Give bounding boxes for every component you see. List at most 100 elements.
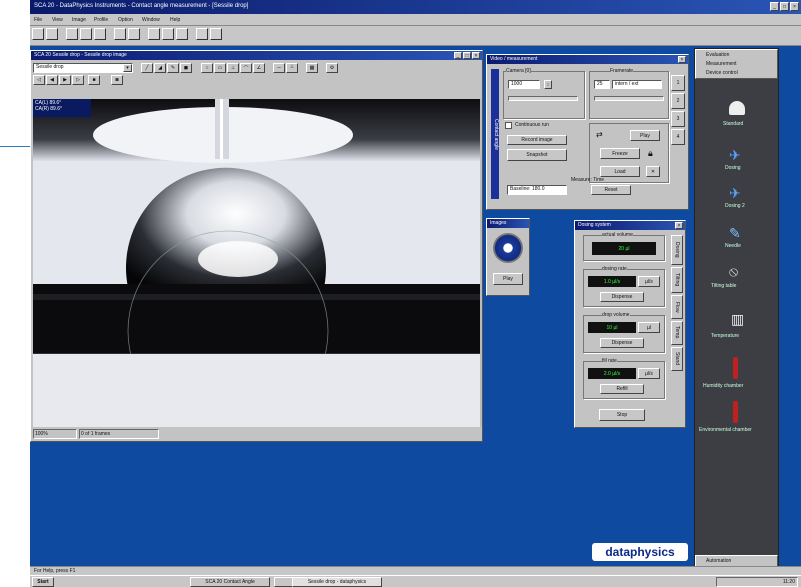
image-window-close[interactable]: × — [472, 52, 480, 59]
circle-tool-icon[interactable]: ○ — [201, 63, 213, 73]
help-icon[interactable] — [176, 28, 188, 40]
menu-view[interactable]: View — [52, 17, 63, 23]
menu-help[interactable]: Help — [170, 17, 180, 23]
continuous-row[interactable]: Continuous run — [505, 121, 585, 131]
open-icon[interactable] — [32, 28, 44, 40]
stop-button[interactable]: Stop — [599, 409, 645, 421]
measurement-tab[interactable]: Measurement — [706, 61, 737, 67]
device-item-humidity[interactable]: Humidity chamber — [695, 357, 778, 391]
rate-dispense-button[interactable]: Dispense — [600, 292, 644, 302]
zoom-field[interactable]: intern / ext — [612, 80, 662, 89]
freeze-button[interactable]: Freeze — [600, 148, 640, 159]
menu-profile[interactable]: Profile — [94, 17, 108, 23]
drop-unit-button[interactable]: µl — [638, 322, 660, 333]
device-item-dosing-2[interactable]: ✈ Dosing 2 — [695, 183, 778, 213]
clock: 11:20 — [782, 579, 795, 585]
task-item-1[interactable]: SCA 20 Contact Angle — [190, 577, 270, 587]
cut-icon[interactable] — [66, 28, 78, 40]
paste-icon[interactable] — [94, 28, 106, 40]
snapshot-button[interactable]: Snapshot — [507, 149, 567, 161]
mode-select[interactable]: Sessile drop — [33, 63, 133, 73]
task-item-3[interactable]: Sessile drop - dataphysics — [292, 577, 382, 587]
draw-pen-icon[interactable]: ✎ — [167, 63, 179, 73]
stand-tab[interactable]: Stand — [671, 347, 683, 371]
device-item-temperature[interactable]: ▥ Temperature — [695, 311, 778, 345]
nav-next-icon[interactable]: ▶ — [59, 75, 71, 85]
image-vscroll[interactable] — [480, 99, 482, 427]
app-minimize-button[interactable]: _ — [770, 2, 779, 11]
tilting-tab[interactable]: Tilting — [671, 267, 683, 293]
app-close-button[interactable]: × — [790, 2, 799, 11]
flow-tab[interactable]: Flow — [671, 295, 683, 319]
device-item-needle[interactable]: ✎ Needle — [695, 225, 778, 255]
undo-icon[interactable] — [196, 28, 208, 40]
temp-tab[interactable]: Temp. — [671, 321, 683, 345]
line-v-icon[interactable]: ┴ — [286, 63, 298, 73]
play-button[interactable]: Play — [630, 130, 660, 141]
syringe-icon: ✈ — [729, 147, 741, 163]
images-play-button[interactable]: Play — [493, 273, 523, 285]
load-button[interactable]: Load — [600, 166, 640, 177]
arrow-icon[interactable] — [162, 28, 174, 40]
draw-line-icon[interactable]: ╱ — [141, 63, 153, 73]
camera-spin[interactable]: ↕ — [544, 80, 552, 89]
dosing-close[interactable]: × — [675, 222, 683, 229]
side-tab-4[interactable]: 4 — [671, 129, 685, 145]
device-label-tilting: Tilting table — [711, 283, 737, 289]
dosing-tab[interactable]: Dosing — [671, 235, 683, 265]
menu-file[interactable]: File — [34, 17, 42, 23]
device-control-tab[interactable]: Device control — [706, 70, 738, 76]
menu-option[interactable]: Option — [118, 17, 133, 23]
device-item-standard[interactable]: Standard — [695, 99, 778, 133]
side-tab-2[interactable]: 2 — [671, 93, 685, 109]
nav-first-icon[interactable]: ◁ — [33, 75, 45, 85]
drop-dispense-button[interactable]: Dispense — [600, 338, 644, 348]
start-button[interactable]: Start — [32, 577, 54, 587]
side-tab-1[interactable]: 1 — [671, 75, 685, 91]
camera-slider[interactable] — [508, 96, 578, 101]
nav-last-icon[interactable]: ▷ — [72, 75, 84, 85]
camera-field[interactable]: 1000 — [508, 80, 540, 89]
continuous-checkbox[interactable] — [505, 122, 512, 129]
save-icon[interactable] — [46, 28, 58, 40]
load-cancel-icon[interactable]: ✕ — [646, 166, 660, 177]
print-icon[interactable] — [114, 28, 126, 40]
app-maximize-button[interactable]: □ — [780, 2, 789, 11]
menu-window[interactable]: Window — [142, 17, 160, 23]
question-icon[interactable] — [148, 28, 160, 40]
framerate-field[interactable]: 25 — [594, 80, 610, 89]
zoom-icon[interactable] — [128, 28, 140, 40]
vertical-tab[interactable]: Contact angle — [491, 69, 499, 199]
side-tab-3[interactable]: 3 — [671, 111, 685, 127]
image-window-max[interactable]: □ — [463, 52, 471, 59]
measurement-panel-close[interactable]: × — [678, 56, 686, 63]
menu-image[interactable]: Image — [72, 17, 86, 23]
reset-button[interactable]: Reset — [591, 185, 631, 195]
fill-unit-button[interactable]: µl/s — [638, 368, 660, 379]
settings-tool-icon[interactable]: ⚙ — [326, 63, 338, 73]
copy-icon[interactable] — [80, 28, 92, 40]
device-item-environment[interactable]: Environmental chamber — [695, 401, 778, 435]
draw-fill-icon[interactable]: ◼ — [180, 63, 192, 73]
evaluation-tab[interactable]: Evaluation — [706, 52, 729, 58]
record-button[interactable]: Record image — [507, 135, 567, 145]
fill-refill-button[interactable]: Refill — [600, 384, 644, 394]
gear-icon[interactable] — [493, 233, 523, 263]
nav-stop-icon[interactable]: ■ — [88, 75, 100, 85]
rate-unit-button[interactable]: µl/s — [638, 276, 660, 287]
draw-curve-icon[interactable]: ◢ — [154, 63, 166, 73]
measure-tool-icon[interactable]: ∠ — [253, 63, 265, 73]
camera-icon[interactable]: ◙ — [111, 75, 123, 85]
baseline-tool-icon[interactable]: ⊥ — [227, 63, 239, 73]
device-item-dosing[interactable]: ✈ Dosing — [695, 145, 778, 175]
device-item-tilting[interactable]: ⦸ Tilting table — [695, 263, 778, 295]
line-h-icon[interactable]: ─ — [273, 63, 285, 73]
framerate-slider[interactable] — [594, 96, 664, 101]
tangent-tool-icon[interactable]: ⌒ — [240, 63, 252, 73]
image-window-min[interactable]: _ — [454, 52, 462, 59]
rect-tool-icon[interactable]: ▭ — [214, 63, 226, 73]
mode-dropdown-arrow[interactable]: ▾ — [123, 64, 132, 72]
grid-tool-icon[interactable]: ▦ — [306, 63, 318, 73]
redo-icon[interactable] — [210, 28, 222, 40]
nav-prev-icon[interactable]: ◀ — [46, 75, 58, 85]
